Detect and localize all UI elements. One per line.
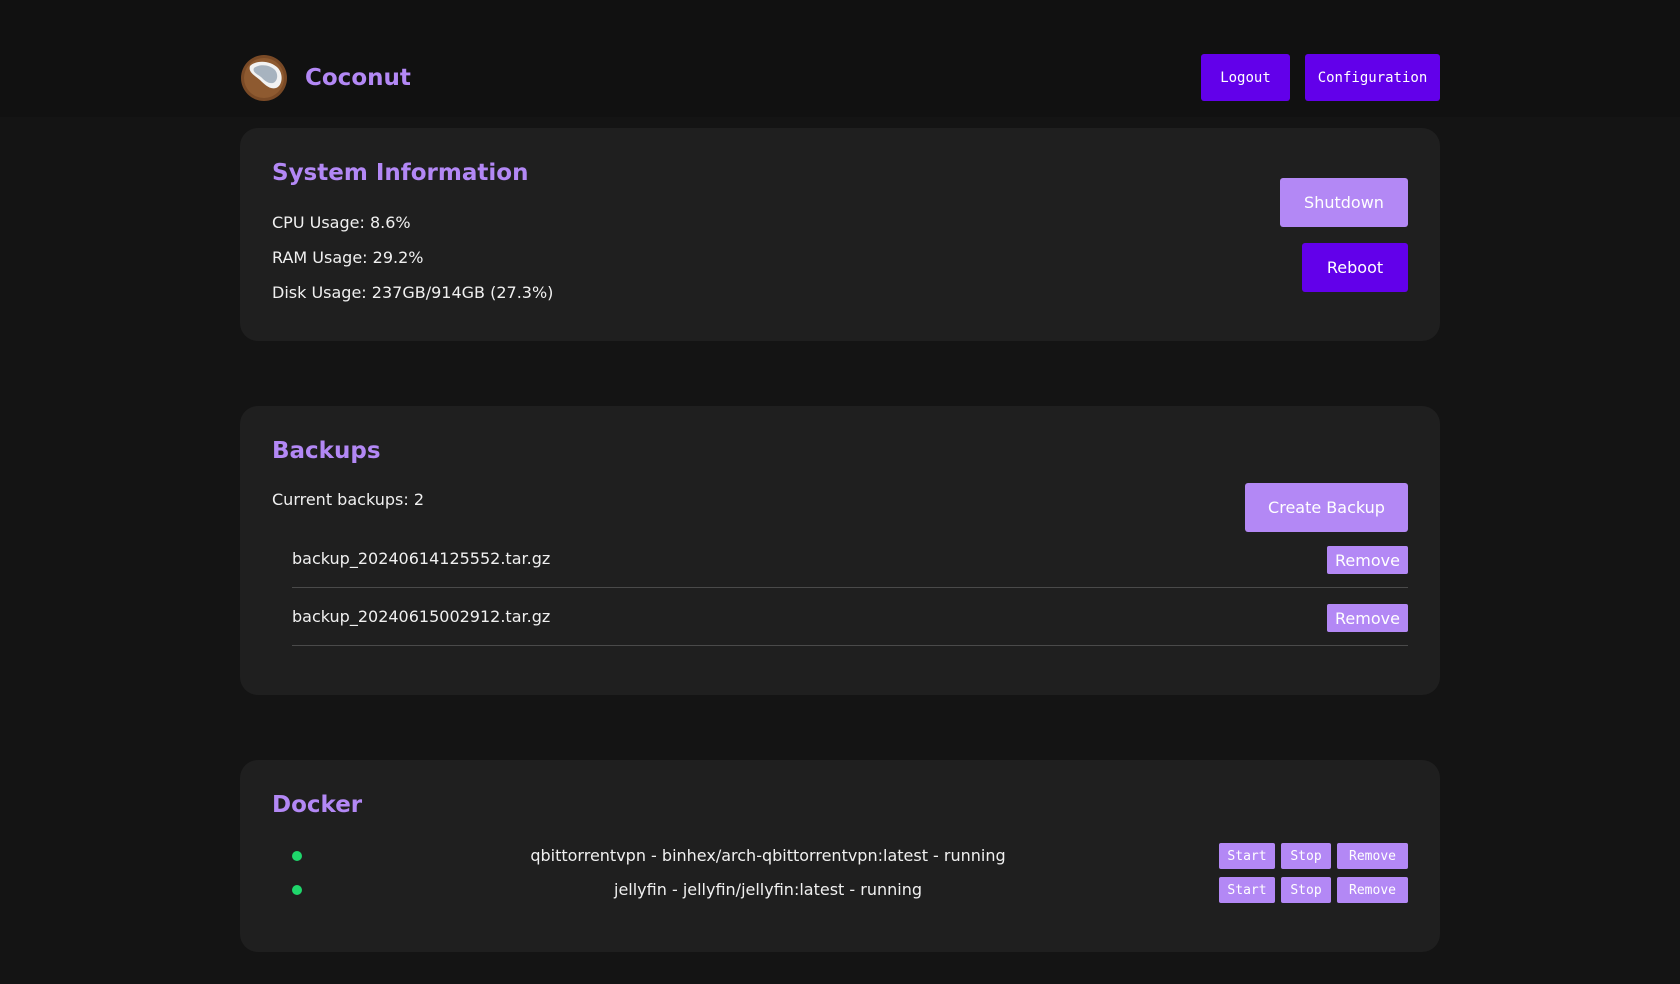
remove-backup-button[interactable]: Remove — [1327, 604, 1408, 632]
system-information-title: System Information — [272, 160, 529, 186]
remove-container-button[interactable]: Remove — [1337, 877, 1408, 903]
system-information-card: System Information CPU Usage: 8.6% RAM U… — [240, 128, 1440, 341]
backup-filename: backup_20240614125552.tar.gz — [292, 549, 551, 568]
create-backup-button[interactable]: Create Backup — [1245, 483, 1408, 532]
backup-filename: backup_20240615002912.tar.gz — [292, 607, 551, 626]
container-info: qbittorrentvpn - binhex/arch-qbittorrent… — [530, 846, 1006, 865]
ram-usage: RAM Usage: 29.2% — [272, 248, 424, 267]
backup-row: backup_20240614125552.tar.gz Remove — [292, 530, 1408, 588]
backup-row: backup_20240615002912.tar.gz Remove — [292, 588, 1408, 646]
docker-card: Docker qbittorrentvpn - binhex/arch-qbit… — [240, 760, 1440, 952]
remove-backup-button[interactable]: Remove — [1327, 546, 1408, 574]
disk-usage: Disk Usage: 237GB/914GB (27.3%) — [272, 283, 554, 302]
start-container-button[interactable]: Start — [1219, 877, 1275, 903]
brand[interactable]: Coconut — [240, 53, 411, 103]
brand-name: Coconut — [305, 65, 411, 91]
configuration-button[interactable]: Configuration — [1305, 54, 1440, 101]
backup-count: Current backups: 2 — [272, 490, 424, 509]
docker-title: Docker — [272, 792, 363, 818]
coconut-icon — [241, 55, 287, 101]
container-actions: Start Stop Remove — [1219, 877, 1408, 903]
container-row: jellyfin - jellyfin/jellyfin:latest - ru… — [272, 877, 1408, 903]
stop-container-button[interactable]: Stop — [1281, 877, 1331, 903]
app-header: Coconut Logout Configuration — [0, 0, 1680, 117]
container-actions: Start Stop Remove — [1219, 843, 1408, 869]
shutdown-button[interactable]: Shutdown — [1280, 178, 1408, 227]
reboot-button[interactable]: Reboot — [1302, 243, 1408, 292]
start-container-button[interactable]: Start — [1219, 843, 1275, 869]
remove-container-button[interactable]: Remove — [1337, 843, 1408, 869]
backups-title: Backups — [272, 438, 381, 464]
cpu-usage: CPU Usage: 8.6% — [272, 213, 411, 232]
container-row: qbittorrentvpn - binhex/arch-qbittorrent… — [272, 843, 1408, 869]
container-info: jellyfin - jellyfin/jellyfin:latest - ru… — [614, 880, 922, 899]
logout-button[interactable]: Logout — [1201, 54, 1290, 101]
stop-container-button[interactable]: Stop — [1281, 843, 1331, 869]
backups-card: Backups Current backups: 2 Create Backup… — [240, 406, 1440, 695]
